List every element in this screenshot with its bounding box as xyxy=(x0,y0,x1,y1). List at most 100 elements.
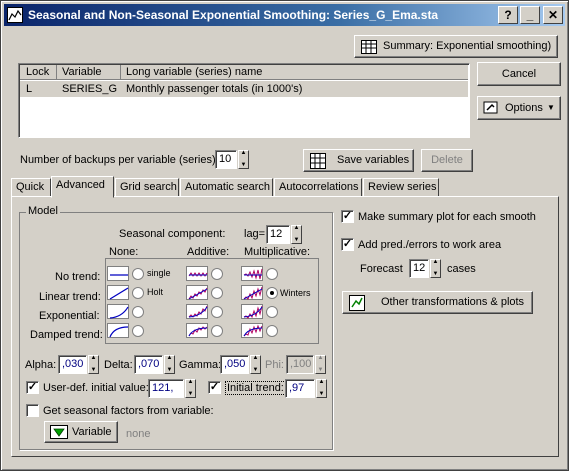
add-pred-checkbox[interactable]: ✓ xyxy=(341,238,354,251)
delta-input[interactable]: ,070 xyxy=(134,355,163,374)
model-group-label: Model xyxy=(26,205,60,217)
damped-multiplicative-icon xyxy=(241,323,263,338)
app-icon xyxy=(7,7,23,23)
dropdown-arrow-icon: ▼ xyxy=(547,103,555,112)
row-linear-trend-label: Linear trend: xyxy=(39,291,101,303)
lag-spinner[interactable] xyxy=(291,224,302,244)
radio-no-trend-additive[interactable] xyxy=(211,268,223,280)
cases-label: cases xyxy=(447,263,476,275)
radio-exponential-multiplicative[interactable] xyxy=(266,306,278,318)
radio-damped-none[interactable] xyxy=(132,325,144,337)
table-header: Lock Variable Long variable (series) nam… xyxy=(20,65,468,80)
header-long-name: Long variable (series) name xyxy=(126,66,263,78)
exponential-none-icon xyxy=(107,304,129,319)
alpha-label: Alpha: xyxy=(25,359,57,371)
gamma-label: Gamma: xyxy=(179,359,222,371)
no-trend-additive-icon xyxy=(186,266,208,281)
row-lock: L xyxy=(26,83,33,95)
radio-no-trend-multiplicative[interactable] xyxy=(266,268,278,280)
tab-grid-search[interactable]: Grid search xyxy=(115,178,179,197)
radio-exponential-none[interactable] xyxy=(132,306,144,318)
backups-spinner[interactable] xyxy=(238,149,249,169)
options-icon xyxy=(483,100,499,124)
delete-button[interactable]: Delete xyxy=(421,149,473,172)
row-damped-trend-label: Damped trend: xyxy=(30,329,103,341)
get-seasonal-label: Get seasonal factors from variable: xyxy=(43,405,214,417)
radio-winters[interactable] xyxy=(266,287,278,299)
variable-button[interactable]: Variable xyxy=(44,421,118,443)
options-label: Options xyxy=(505,102,543,114)
col-none-label: None: xyxy=(109,246,139,258)
userdef-input[interactable]: 121, xyxy=(148,379,184,398)
window-title: Seasonal and Non-Seasonal Exponential Sm… xyxy=(28,8,439,22)
tab-autocorrelations[interactable]: Autocorrelations xyxy=(274,178,362,197)
minimize-button[interactable]: _ xyxy=(520,6,540,24)
damped-none-icon xyxy=(107,323,129,338)
initial-trend-checkbox[interactable]: ✓ xyxy=(208,381,221,394)
cancel-button[interactable]: Cancel xyxy=(477,62,561,86)
other-transformations-button[interactable]: Other transformations & plots xyxy=(342,291,533,314)
radio-single[interactable] xyxy=(132,268,144,280)
phi-input[interactable]: ,100 xyxy=(286,355,314,374)
phi-label: Phi: xyxy=(265,359,284,371)
single-label: single xyxy=(147,268,171,278)
lag-input[interactable]: 12 xyxy=(266,225,290,244)
forecast-label: Forecast xyxy=(360,263,403,275)
get-seasonal-checkbox[interactable] xyxy=(26,404,39,417)
gamma-spinner[interactable] xyxy=(250,354,261,374)
forecast-spinner[interactable] xyxy=(430,258,441,278)
userdef-label: User-def. initial value: xyxy=(43,382,149,394)
forecast-input[interactable]: 12 xyxy=(409,259,429,278)
backups-input[interactable]: 10 xyxy=(215,150,237,169)
delta-spinner[interactable] xyxy=(164,354,175,374)
winters-label: Winters xyxy=(280,288,311,298)
exponential-additive-icon xyxy=(186,304,208,319)
no-trend-multiplicative-icon xyxy=(241,266,263,281)
no-trend-none-icon xyxy=(107,266,129,281)
title-bar: Seasonal and Non-Seasonal Exponential Sm… xyxy=(4,4,565,26)
col-multiplicative-label: Multiplicative: xyxy=(244,246,311,258)
lag-label: lag= xyxy=(244,228,266,240)
header-variable: Variable xyxy=(62,66,102,78)
tab-advanced[interactable]: Advanced xyxy=(51,176,114,198)
options-button[interactable]: Options ▼ xyxy=(477,96,561,120)
userdef-spinner[interactable] xyxy=(185,378,196,398)
summary-plot-checkbox[interactable]: ✓ xyxy=(341,210,354,223)
radio-exponential-additive[interactable] xyxy=(211,306,223,318)
tab-automatic-search[interactable]: Automatic search xyxy=(180,178,273,197)
variable-icon xyxy=(50,425,68,446)
save-icon xyxy=(310,153,326,177)
radio-linear-additive[interactable] xyxy=(211,287,223,299)
seasonal-variable-value: none xyxy=(126,428,151,440)
save-variables-button[interactable]: Save variables xyxy=(303,149,414,172)
add-pred-label: Add pred./errors to work area xyxy=(358,239,502,251)
alpha-input[interactable]: ,030 xyxy=(58,355,87,374)
variable-table[interactable]: Lock Variable Long variable (series) nam… xyxy=(18,63,470,138)
dialog-window: Seasonal and Non-Seasonal Exponential Sm… xyxy=(0,0,569,471)
summary-button[interactable]: Summary: Exponential smoothing) xyxy=(354,35,558,58)
row-exponential-label: Exponential: xyxy=(39,310,100,322)
radio-holt[interactable] xyxy=(132,287,144,299)
radio-damped-additive[interactable] xyxy=(211,325,223,337)
phi-spinner[interactable] xyxy=(315,354,326,374)
row-no-trend-label: No trend: xyxy=(55,271,101,283)
seasonal-component-label: Seasonal component: xyxy=(119,228,226,240)
userdef-checkbox[interactable]: ✓ xyxy=(26,381,39,394)
damped-additive-icon xyxy=(186,323,208,338)
holt-label: Holt xyxy=(147,287,164,297)
help-button[interactable]: ? xyxy=(498,6,518,24)
linear-none-icon xyxy=(107,285,129,300)
gamma-input[interactable]: ,050 xyxy=(220,355,249,374)
alpha-spinner[interactable] xyxy=(88,354,99,374)
transformations-icon xyxy=(349,295,365,319)
linear-multiplicative-icon xyxy=(241,285,263,300)
radio-damped-multiplicative[interactable] xyxy=(266,325,278,337)
close-button[interactable]: ✕ xyxy=(543,6,563,24)
initial-trend-spinner[interactable] xyxy=(316,378,327,398)
table-icon xyxy=(361,40,377,62)
table-row[interactable]: L SERIES_G Monthly passenger totals (in … xyxy=(20,81,468,97)
tab-review-series[interactable]: Review series xyxy=(363,178,439,197)
tab-quick[interactable]: Quick xyxy=(11,178,51,197)
summary-label: Summary: Exponential smoothing) xyxy=(383,40,552,52)
initial-trend-input[interactable]: ,97 xyxy=(285,379,315,398)
